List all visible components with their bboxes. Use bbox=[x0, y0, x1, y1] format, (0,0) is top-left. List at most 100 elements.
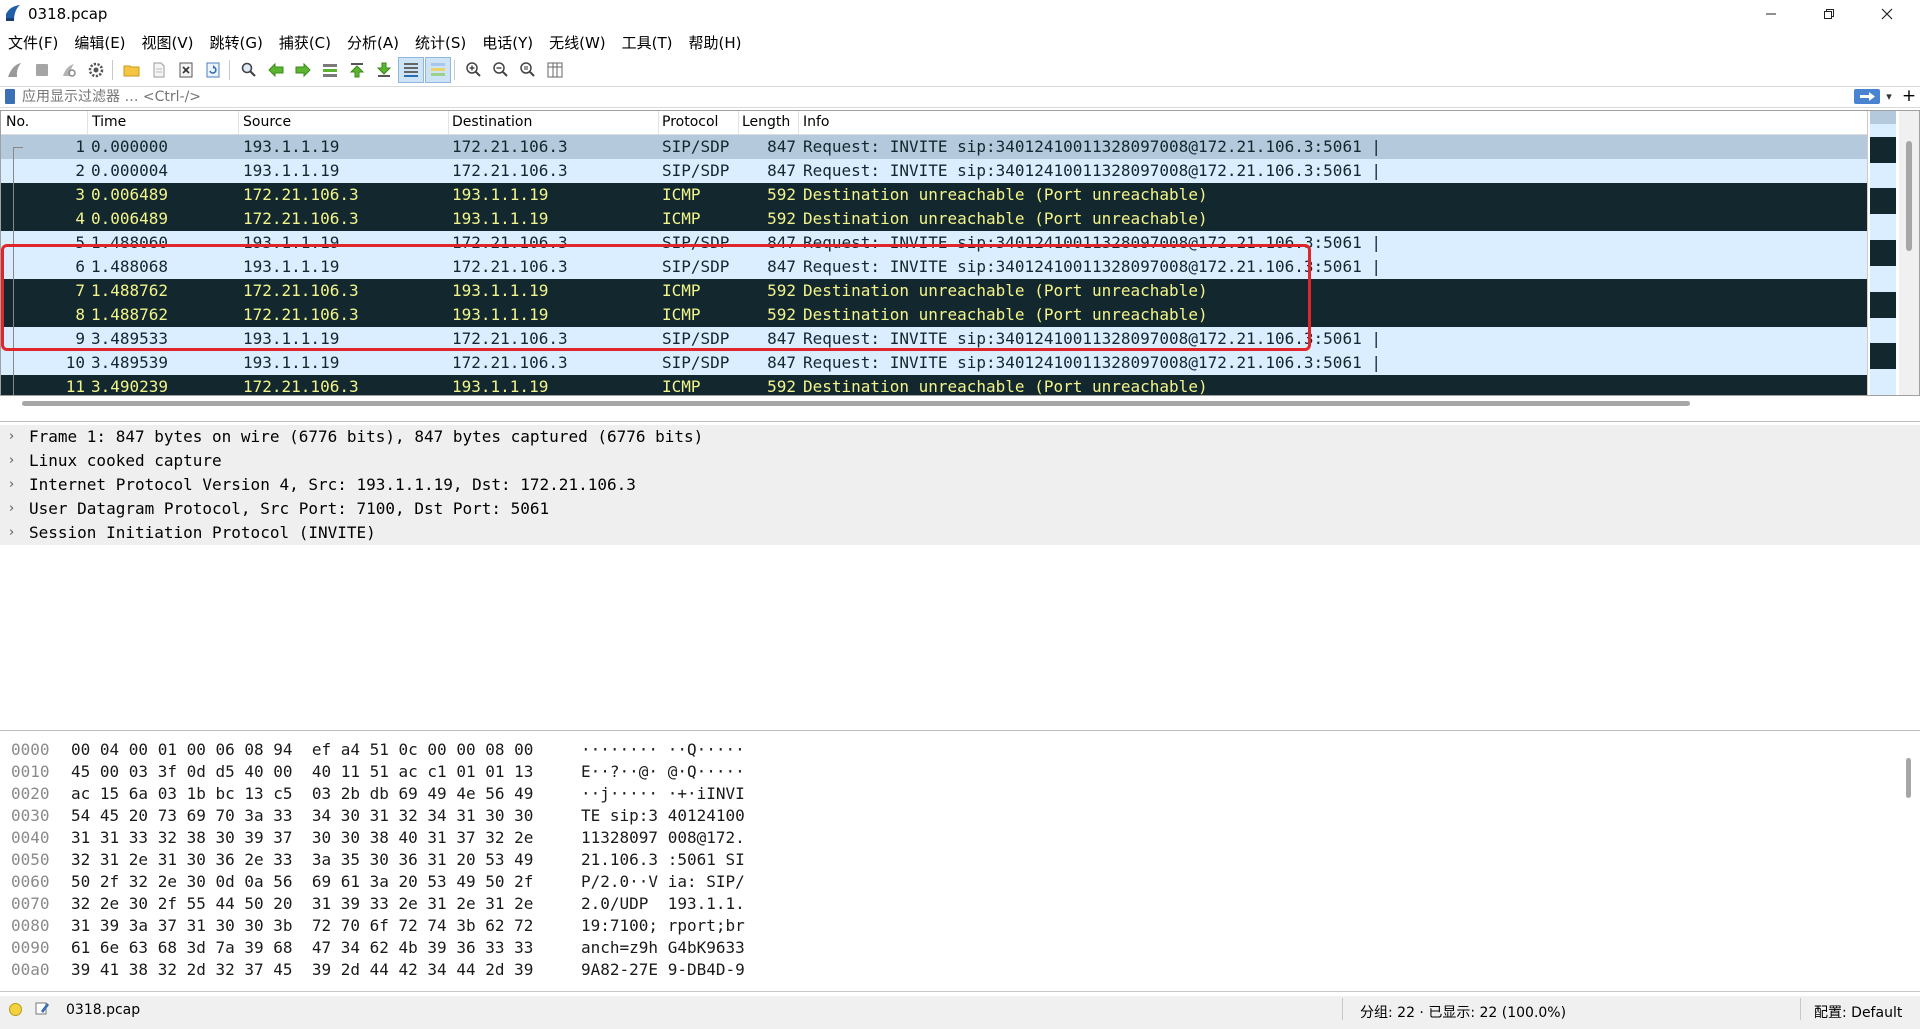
packet-row[interactable]: 3 0.006489 172.21.106.3 193.1.1.19 ICMP 592 De… bbox=[1, 183, 1867, 207]
hex-row[interactable]: 0090 61 6e 63 68 3d 7a 39 68 47 34 62 4b … bbox=[0, 937, 900, 959]
open-file-button[interactable] bbox=[120, 58, 144, 82]
cell-info: Request: INVITE sip:34012410011328097008… bbox=[803, 137, 1381, 156]
column-divider[interactable] bbox=[87, 111, 88, 134]
cell-time: 3.489533 bbox=[91, 329, 169, 348]
menu-statistics[interactable]: 统计(S) bbox=[407, 32, 474, 53]
column-header-source[interactable]: Source bbox=[243, 114, 291, 130]
zoom-in-button[interactable] bbox=[462, 58, 486, 82]
scrollbar-thumb[interactable] bbox=[1906, 141, 1912, 251]
hex-row[interactable]: 0020 ac 15 6a 03 1b bc 13 c5 03 2b db 69 … bbox=[0, 783, 900, 805]
hex-row[interactable]: 0040 31 31 33 32 38 30 39 37 30 30 38 40 … bbox=[0, 827, 900, 849]
packet-row[interactable]: 5 1.488060 193.1.1.19 172.21.106.3 SIP/SDP 84… bbox=[1, 231, 1867, 255]
column-header-info[interactable]: Info bbox=[803, 114, 830, 130]
menu-file[interactable]: 文件(F) bbox=[0, 32, 66, 53]
packet-row[interactable]: 2 0.000004 193.1.1.19 172.21.106.3 SIP/SDP 84… bbox=[1, 159, 1867, 183]
hex-row[interactable]: 0070 32 2e 30 2f 55 44 50 20 31 39 33 2e … bbox=[0, 893, 900, 915]
packet-row[interactable]: 6 1.488068 193.1.1.19 172.21.106.3 SIP/SDP 84… bbox=[1, 255, 1867, 279]
restart-capture-button[interactable] bbox=[57, 58, 81, 82]
stop-capture-button[interactable] bbox=[30, 58, 54, 82]
save-file-button[interactable] bbox=[147, 58, 171, 82]
status-profile[interactable]: 配置: Default bbox=[1814, 1002, 1902, 1022]
column-divider[interactable] bbox=[798, 111, 799, 134]
close-button[interactable] bbox=[1858, 0, 1916, 28]
detail-row-sip[interactable]: › Session Initiation Protocol (INVITE) bbox=[0, 521, 1920, 545]
packet-list-horizontal-scrollbar[interactable] bbox=[22, 401, 1690, 406]
restore-button[interactable] bbox=[1800, 0, 1858, 28]
capture-comment-icon[interactable] bbox=[34, 1000, 50, 1016]
filter-bookmark-icon[interactable] bbox=[5, 89, 15, 104]
menu-edit[interactable]: 编辑(E) bbox=[66, 32, 133, 53]
column-divider[interactable] bbox=[658, 111, 659, 134]
detail-row-ipv4[interactable]: › Internet Protocol Version 4, Src: 193.… bbox=[0, 473, 1920, 497]
minimize-button[interactable] bbox=[1742, 0, 1800, 28]
detail-row-frame[interactable]: › Frame 1: 847 bytes on wire (6776 bits)… bbox=[0, 425, 1920, 449]
go-last-button[interactable] bbox=[372, 58, 396, 82]
packet-row[interactable]: 10 3.489539 193.1.1.19 172.21.106.3 SIP/SDP 8… bbox=[1, 351, 1867, 375]
detail-row-linux-cooked[interactable]: › Linux cooked capture bbox=[0, 449, 1920, 473]
menu-analyze[interactable]: 分析(A) bbox=[339, 32, 407, 53]
chevron-right-icon[interactable]: › bbox=[9, 425, 14, 449]
menu-capture[interactable]: 捕获(C) bbox=[271, 32, 339, 53]
expert-info-icon[interactable] bbox=[9, 1003, 22, 1016]
display-filter-input[interactable] bbox=[22, 88, 1852, 105]
close-file-button[interactable] bbox=[174, 58, 198, 82]
chevron-right-icon[interactable]: › bbox=[9, 449, 14, 473]
minimap-stripe bbox=[1870, 123, 1896, 137]
column-header-destination[interactable]: Destination bbox=[452, 114, 532, 130]
apply-filter-button[interactable] bbox=[1854, 89, 1880, 104]
hex-row[interactable]: 00a0 39 41 38 32 2d 32 37 45 39 2d 44 42 … bbox=[0, 959, 900, 981]
column-divider[interactable] bbox=[238, 111, 239, 134]
find-packet-button[interactable] bbox=[237, 58, 261, 82]
packet-minimap[interactable] bbox=[1867, 111, 1898, 395]
colorize-button[interactable] bbox=[425, 57, 451, 83]
menu-go[interactable]: 跳转(G) bbox=[202, 32, 271, 53]
zoom-out-button[interactable] bbox=[489, 58, 513, 82]
resize-columns-button[interactable] bbox=[543, 58, 567, 82]
chevron-right-icon[interactable]: › bbox=[9, 521, 14, 545]
go-forward-button[interactable] bbox=[291, 58, 315, 82]
start-capture-button[interactable] bbox=[3, 58, 27, 82]
menu-tools[interactable]: 工具(T) bbox=[614, 32, 681, 53]
filter-history-dropdown[interactable]: ▾ bbox=[1882, 88, 1896, 106]
go-to-packet-button[interactable] bbox=[318, 58, 342, 82]
column-header-time[interactable]: Time bbox=[92, 114, 126, 130]
bytes-vertical-scrollbar[interactable] bbox=[1898, 736, 1918, 990]
column-header-protocol[interactable]: Protocol bbox=[662, 114, 718, 130]
column-header-no[interactable]: No. bbox=[6, 114, 29, 130]
menu-view[interactable]: 视图(V) bbox=[134, 32, 202, 53]
capture-options-button[interactable] bbox=[84, 58, 108, 82]
chevron-right-icon[interactable]: › bbox=[9, 497, 14, 521]
menu-help[interactable]: 帮助(H) bbox=[681, 32, 750, 53]
column-divider[interactable] bbox=[448, 111, 449, 134]
hex-row[interactable]: 0050 32 31 2e 31 30 36 2e 33 3a 35 30 36 … bbox=[0, 849, 900, 871]
reload-file-button[interactable] bbox=[201, 58, 225, 82]
packet-row[interactable]: 1 0.000000 193.1.1.19 172.21.106.3 SIP/SDP 84… bbox=[1, 135, 1867, 159]
hex-row[interactable]: 0080 31 39 3a 37 31 30 30 3b 72 70 6f 72 … bbox=[0, 915, 900, 937]
cell-destination: 172.21.106.3 bbox=[452, 257, 568, 276]
detail-row-udp[interactable]: › User Datagram Protocol, Src Port: 7100… bbox=[0, 497, 1920, 521]
packet-list-vertical-scrollbar[interactable] bbox=[1899, 111, 1919, 395]
hex-row[interactable]: 0010 45 00 03 3f 0d d5 40 00 40 11 51 ac … bbox=[0, 761, 900, 783]
packet-row[interactable]: 9 3.489533 193.1.1.19 172.21.106.3 SIP/SDP 84… bbox=[1, 327, 1867, 351]
go-first-button[interactable] bbox=[345, 58, 369, 82]
autoscroll-button[interactable] bbox=[398, 57, 424, 83]
hex-row[interactable]: 0060 50 2f 32 2e 30 0d 0a 56 69 61 3a 20 … bbox=[0, 871, 900, 893]
hex-row[interactable]: 0000 00 04 00 01 00 06 08 94 ef a4 51 0c … bbox=[0, 739, 900, 761]
hex-row[interactable]: 0030 54 45 20 73 69 70 3a 33 34 30 31 32 … bbox=[0, 805, 900, 827]
packet-row[interactable]: 4 0.006489 172.21.106.3 193.1.1.19 ICMP 592 De… bbox=[1, 207, 1867, 231]
menu-telephony[interactable]: 电话(Y) bbox=[474, 32, 541, 53]
packet-row[interactable]: 11 3.490239 172.21.106.3 193.1.1.19 ICMP 592 D… bbox=[1, 375, 1867, 395]
column-header-length[interactable]: Length bbox=[742, 114, 790, 130]
menu-wireless[interactable]: 无线(W) bbox=[541, 32, 614, 53]
cell-protocol: ICMP bbox=[662, 281, 701, 300]
packet-details-pane: › Frame 1: 847 bytes on wire (6776 bits)… bbox=[0, 421, 1920, 731]
add-filter-button-icon[interactable]: + bbox=[1901, 87, 1917, 105]
go-back-button[interactable] bbox=[264, 58, 288, 82]
cell-time: 0.006489 bbox=[91, 185, 169, 204]
packet-row[interactable]: 8 1.488762 172.21.106.3 193.1.1.19 ICMP 592 De… bbox=[1, 303, 1867, 327]
packet-row[interactable]: 7 1.488762 172.21.106.3 193.1.1.19 ICMP 592 De… bbox=[1, 279, 1867, 303]
column-divider[interactable] bbox=[738, 111, 739, 134]
chevron-right-icon[interactable]: › bbox=[9, 473, 14, 497]
zoom-normal-button[interactable] bbox=[516, 58, 540, 82]
scrollbar-thumb[interactable] bbox=[1906, 758, 1911, 798]
